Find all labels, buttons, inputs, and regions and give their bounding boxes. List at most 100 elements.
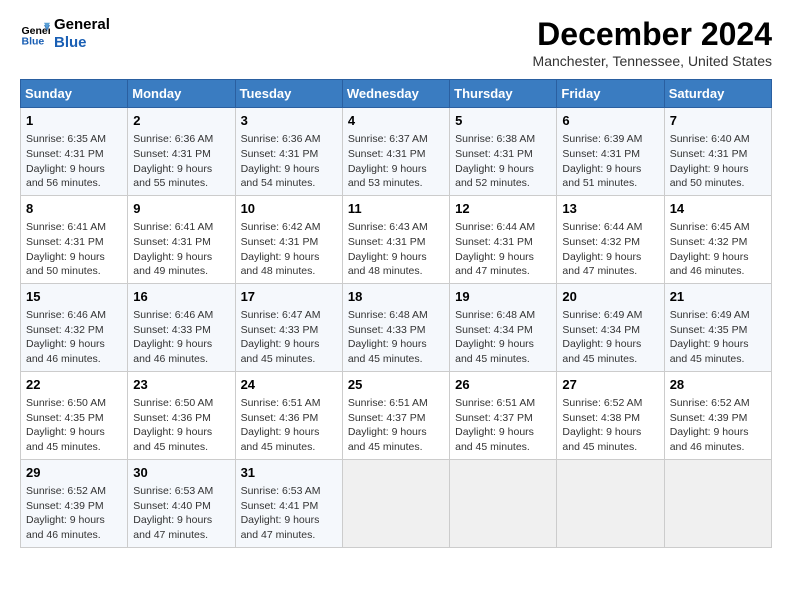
sunrise-label: Sunrise: 6:53 AM xyxy=(133,485,213,497)
sunset-label: Sunset: 4:31 PM xyxy=(133,236,211,248)
calendar-cell: 22 Sunrise: 6:50 AM Sunset: 4:35 PM Dayl… xyxy=(21,371,128,459)
calendar-cell: 3 Sunrise: 6:36 AM Sunset: 4:31 PM Dayli… xyxy=(235,108,342,196)
day-number: 29 xyxy=(26,464,122,482)
calendar-cell: 10 Sunrise: 6:42 AM Sunset: 4:31 PM Dayl… xyxy=(235,195,342,283)
sunset-label: Sunset: 4:31 PM xyxy=(348,148,426,160)
sunrise-label: Sunrise: 6:43 AM xyxy=(348,221,428,233)
calendar-cell: 8 Sunrise: 6:41 AM Sunset: 4:31 PM Dayli… xyxy=(21,195,128,283)
sunrise-label: Sunrise: 6:37 AM xyxy=(348,133,428,145)
sunrise-label: Sunrise: 6:39 AM xyxy=(562,133,642,145)
daylight-label: Daylight: 9 hours and 53 minutes. xyxy=(348,163,427,190)
daylight-label: Daylight: 9 hours and 46 minutes. xyxy=(26,338,105,365)
calendar-cell: 9 Sunrise: 6:41 AM Sunset: 4:31 PM Dayli… xyxy=(128,195,235,283)
calendar-cell: 6 Sunrise: 6:39 AM Sunset: 4:31 PM Dayli… xyxy=(557,108,664,196)
calendar-week-row: 8 Sunrise: 6:41 AM Sunset: 4:31 PM Dayli… xyxy=(21,195,772,283)
sunset-label: Sunset: 4:31 PM xyxy=(241,148,319,160)
sunrise-label: Sunrise: 6:53 AM xyxy=(241,485,321,497)
daylight-label: Daylight: 9 hours and 47 minutes. xyxy=(562,251,641,278)
weekday-header: Thursday xyxy=(450,80,557,108)
calendar-cell: 1 Sunrise: 6:35 AM Sunset: 4:31 PM Dayli… xyxy=(21,108,128,196)
sunrise-label: Sunrise: 6:52 AM xyxy=(670,397,750,409)
sunrise-label: Sunrise: 6:36 AM xyxy=(133,133,213,145)
calendar-cell: 4 Sunrise: 6:37 AM Sunset: 4:31 PM Dayli… xyxy=(342,108,449,196)
day-number: 19 xyxy=(455,288,551,306)
sunrise-label: Sunrise: 6:52 AM xyxy=(562,397,642,409)
calendar-cell: 13 Sunrise: 6:44 AM Sunset: 4:32 PM Dayl… xyxy=(557,195,664,283)
sunset-label: Sunset: 4:36 PM xyxy=(241,412,319,424)
logo-icon: General Blue xyxy=(20,19,50,49)
sunrise-label: Sunrise: 6:40 AM xyxy=(670,133,750,145)
daylight-label: Daylight: 9 hours and 47 minutes. xyxy=(455,251,534,278)
daylight-label: Daylight: 9 hours and 48 minutes. xyxy=(241,251,320,278)
daylight-label: Daylight: 9 hours and 47 minutes. xyxy=(133,514,212,541)
sunrise-label: Sunrise: 6:49 AM xyxy=(562,309,642,321)
calendar-cell: 16 Sunrise: 6:46 AM Sunset: 4:33 PM Dayl… xyxy=(128,283,235,371)
sunset-label: Sunset: 4:35 PM xyxy=(670,324,748,336)
calendar-cell xyxy=(450,459,557,547)
weekday-header: Friday xyxy=(557,80,664,108)
day-number: 5 xyxy=(455,112,551,130)
daylight-label: Daylight: 9 hours and 45 minutes. xyxy=(348,426,427,453)
day-number: 4 xyxy=(348,112,444,130)
day-number: 26 xyxy=(455,376,551,394)
weekday-header: Wednesday xyxy=(342,80,449,108)
sunset-label: Sunset: 4:41 PM xyxy=(241,500,319,512)
calendar-cell: 28 Sunrise: 6:52 AM Sunset: 4:39 PM Dayl… xyxy=(664,371,771,459)
calendar-cell: 23 Sunrise: 6:50 AM Sunset: 4:36 PM Dayl… xyxy=(128,371,235,459)
daylight-label: Daylight: 9 hours and 46 minutes. xyxy=(26,514,105,541)
daylight-label: Daylight: 9 hours and 52 minutes. xyxy=(455,163,534,190)
sunset-label: Sunset: 4:37 PM xyxy=(348,412,426,424)
sunrise-label: Sunrise: 6:51 AM xyxy=(455,397,535,409)
daylight-label: Daylight: 9 hours and 50 minutes. xyxy=(26,251,105,278)
day-number: 28 xyxy=(670,376,766,394)
day-number: 24 xyxy=(241,376,337,394)
sunrise-label: Sunrise: 6:48 AM xyxy=(455,309,535,321)
calendar-cell: 19 Sunrise: 6:48 AM Sunset: 4:34 PM Dayl… xyxy=(450,283,557,371)
sunrise-label: Sunrise: 6:45 AM xyxy=(670,221,750,233)
sunset-label: Sunset: 4:31 PM xyxy=(670,148,748,160)
sunset-label: Sunset: 4:37 PM xyxy=(455,412,533,424)
sunset-label: Sunset: 4:31 PM xyxy=(133,148,211,160)
sunrise-label: Sunrise: 6:50 AM xyxy=(133,397,213,409)
sunrise-label: Sunrise: 6:46 AM xyxy=(133,309,213,321)
sunset-label: Sunset: 4:35 PM xyxy=(26,412,104,424)
weekday-header: Saturday xyxy=(664,80,771,108)
sunrise-label: Sunrise: 6:51 AM xyxy=(348,397,428,409)
daylight-label: Daylight: 9 hours and 54 minutes. xyxy=(241,163,320,190)
day-number: 2 xyxy=(133,112,229,130)
sunrise-label: Sunrise: 6:50 AM xyxy=(26,397,106,409)
calendar-cell: 18 Sunrise: 6:48 AM Sunset: 4:33 PM Dayl… xyxy=(342,283,449,371)
calendar-cell: 26 Sunrise: 6:51 AM Sunset: 4:37 PM Dayl… xyxy=(450,371,557,459)
sunrise-label: Sunrise: 6:35 AM xyxy=(26,133,106,145)
sunset-label: Sunset: 4:31 PM xyxy=(455,148,533,160)
daylight-label: Daylight: 9 hours and 49 minutes. xyxy=(133,251,212,278)
day-number: 16 xyxy=(133,288,229,306)
calendar-cell: 21 Sunrise: 6:49 AM Sunset: 4:35 PM Dayl… xyxy=(664,283,771,371)
title-area: December 2024 Manchester, Tennessee, Uni… xyxy=(533,16,772,69)
calendar-week-row: 1 Sunrise: 6:35 AM Sunset: 4:31 PM Dayli… xyxy=(21,108,772,196)
daylight-label: Daylight: 9 hours and 56 minutes. xyxy=(26,163,105,190)
sunset-label: Sunset: 4:33 PM xyxy=(348,324,426,336)
sunrise-label: Sunrise: 6:48 AM xyxy=(348,309,428,321)
page-subtitle: Manchester, Tennessee, United States xyxy=(533,53,772,69)
sunset-label: Sunset: 4:32 PM xyxy=(562,236,640,248)
sunset-label: Sunset: 4:32 PM xyxy=(670,236,748,248)
sunset-label: Sunset: 4:33 PM xyxy=(133,324,211,336)
calendar-week-row: 22 Sunrise: 6:50 AM Sunset: 4:35 PM Dayl… xyxy=(21,371,772,459)
sunrise-label: Sunrise: 6:38 AM xyxy=(455,133,535,145)
calendar-cell: 5 Sunrise: 6:38 AM Sunset: 4:31 PM Dayli… xyxy=(450,108,557,196)
day-number: 13 xyxy=(562,200,658,218)
weekday-header: Sunday xyxy=(21,80,128,108)
day-number: 31 xyxy=(241,464,337,482)
sunset-label: Sunset: 4:36 PM xyxy=(133,412,211,424)
calendar-cell: 30 Sunrise: 6:53 AM Sunset: 4:40 PM Dayl… xyxy=(128,459,235,547)
sunset-label: Sunset: 4:31 PM xyxy=(562,148,640,160)
day-number: 21 xyxy=(670,288,766,306)
sunrise-label: Sunrise: 6:36 AM xyxy=(241,133,321,145)
daylight-label: Daylight: 9 hours and 47 minutes. xyxy=(241,514,320,541)
calendar-cell: 14 Sunrise: 6:45 AM Sunset: 4:32 PM Dayl… xyxy=(664,195,771,283)
page-title: December 2024 xyxy=(533,16,772,53)
sunrise-label: Sunrise: 6:52 AM xyxy=(26,485,106,497)
sunset-label: Sunset: 4:39 PM xyxy=(26,500,104,512)
day-number: 22 xyxy=(26,376,122,394)
